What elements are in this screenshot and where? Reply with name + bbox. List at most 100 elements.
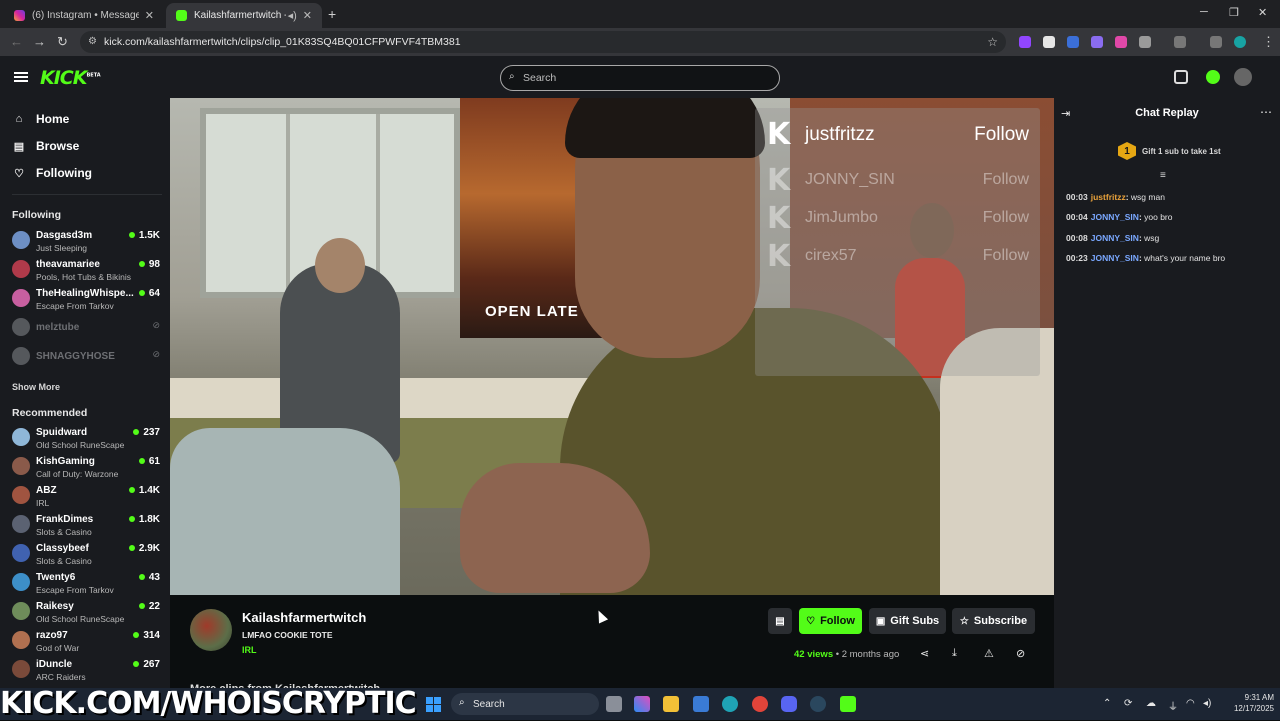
share-icon[interactable]: ⋖ [920, 647, 929, 660]
recommended-channel[interactable]: iDuncle ARC Raiders 267 [12, 656, 160, 684]
recommended-channel[interactable]: KishGaming Call of Duty: Warzone 61 [12, 453, 160, 481]
sidebar-item-following[interactable]: ♡ Following [12, 166, 92, 180]
close-icon[interactable]: ✕ [145, 9, 154, 22]
file-explorer-icon[interactable] [663, 696, 679, 712]
edge-icon[interactable] [722, 696, 738, 712]
avatar[interactable] [1234, 68, 1252, 86]
hide-icon[interactable]: ⊘ [1016, 647, 1025, 660]
sidebar-item-home[interactable]: ⌂ Home [12, 112, 70, 126]
store-icon[interactable] [1174, 70, 1188, 84]
following-channel-offline[interactable]: SHNAGGYHOSE ⊘ [12, 343, 160, 371]
recommended-channel[interactable]: Twenty6 Escape From Tarkov 43 [12, 569, 160, 597]
channel-name[interactable]: Kailashfarmertwitch [242, 610, 366, 625]
extension-icon[interactable] [1067, 36, 1079, 48]
gift-subs-button[interactable]: ▣ Gift Subs [869, 608, 946, 634]
search-input[interactable]: ⌕ Search [500, 65, 780, 91]
theater-mode-button[interactable]: ▤ [768, 608, 792, 634]
subscribe-button[interactable]: ☆ Subscribe [952, 608, 1035, 634]
tray-chevron-icon[interactable]: ⌃ [1103, 698, 1111, 709]
clock-date: 12/17/2025 [1233, 704, 1274, 713]
tab-instagram[interactable]: (6) Instagram • Messages ✕ [4, 3, 164, 28]
gift-sub-prompt[interactable]: 1 Gift 1 sub to take 1st [1118, 142, 1221, 160]
message-user[interactable]: justfritzz [1091, 192, 1126, 202]
window-close-icon[interactable]: ✕ [1258, 6, 1267, 19]
media-icon[interactable] [1210, 36, 1222, 48]
clip-category[interactable]: IRL [242, 645, 257, 655]
kick-logo[interactable]: KICKBETA [40, 67, 101, 89]
avatar [12, 544, 30, 562]
url-text: kick.com/kailashfarmertwitch/clips/clip_… [104, 36, 461, 48]
puzzle-icon[interactable] [1139, 36, 1151, 48]
twitch-extension-icon[interactable] [1019, 36, 1031, 48]
show-more-link[interactable]: Show More [12, 382, 60, 392]
message-user[interactable]: JONNY_SIN [1091, 233, 1139, 243]
minimize-icon[interactable]: ─ [1200, 6, 1208, 18]
follow-button[interactable]: ♡ Follow [799, 608, 862, 634]
new-tab-icon[interactable]: + [328, 6, 336, 22]
follow-alert-action: Follow [982, 209, 1029, 226]
message-user[interactable]: JONNY_SIN [1091, 253, 1139, 263]
extension-icon[interactable] [1115, 36, 1127, 48]
following-channel[interactable]: Dasgasd3m Just Sleeping 1.5K [12, 227, 160, 255]
recommended-channel[interactable]: Raikesy Old School RuneScape 22 [12, 598, 160, 626]
follow-alert-row: K cirex57 Follow [767, 238, 1029, 274]
tray-app-icon[interactable]: ☁ [1146, 698, 1156, 709]
steam-icon[interactable] [810, 696, 826, 712]
channel-avatar[interactable] [190, 609, 232, 651]
avatar [12, 260, 30, 278]
close-icon[interactable]: ✕ [303, 9, 312, 22]
download-icon[interactable]: ⤓ [952, 647, 957, 660]
recommended-channel[interactable]: ABZ IRL 1.4K [12, 482, 160, 510]
cast-icon[interactable] [1174, 36, 1186, 48]
sidebar-item-browse[interactable]: ▤ Browse [12, 139, 80, 153]
following-channel-offline[interactable]: melztube ⊘ [12, 314, 160, 342]
discord-icon[interactable] [781, 696, 797, 712]
recommended-channel[interactable]: razo97 God of War 314 [12, 627, 160, 655]
viewer-count: 1.8K [129, 514, 160, 525]
back-icon[interactable]: ← [10, 34, 23, 49]
speaker-icon[interactable]: ◂) [288, 9, 297, 22]
reload-icon[interactable]: ↻ [57, 34, 68, 50]
wifi-icon[interactable]: ◠ [1186, 698, 1195, 709]
kick-wallet-icon[interactable] [1206, 70, 1220, 84]
chrome-icon[interactable] [752, 696, 768, 712]
recommended-channel[interactable]: FrankDimes Slots & Casino 1.8K [12, 511, 160, 539]
volume-icon[interactable]: ◂) [1203, 698, 1211, 709]
chat-replay-panel: ⇥ Chat Replay ⋯ 1 Gift 1 sub to take 1st… [1054, 98, 1280, 688]
extension-icon[interactable] [1043, 36, 1055, 48]
extension-icon[interactable] [1091, 36, 1103, 48]
video-player[interactable]: OPEN LATE K justfritzz Follow K JONNY_SI… [170, 98, 1054, 595]
avatar [12, 573, 30, 591]
taskbar-search[interactable]: ⌕ Search [451, 693, 599, 715]
restore-icon[interactable]: ❐ [1229, 6, 1239, 19]
site-info-icon[interactable]: ⚙ [88, 36, 97, 47]
hamburger-menu-icon[interactable] [14, 72, 28, 82]
copilot-icon[interactable] [634, 696, 650, 712]
recommended-channel[interactable]: Classybeef Slots & Casino 2.9K [12, 540, 160, 568]
store-icon[interactable] [693, 696, 709, 712]
following-channel[interactable]: TheHealingWhispe... Escape From Tarkov 6… [12, 285, 160, 313]
task-view-icon[interactable] [606, 696, 622, 712]
windows-start-icon[interactable] [426, 697, 441, 712]
message-user[interactable]: JONNY_SIN [1091, 212, 1139, 222]
recommended-channel[interactable]: Spuidward Old School RuneScape 237 [12, 424, 160, 452]
tab-kick[interactable]: Kailashfarmertwitch - Watch ◂) ✕ [166, 3, 322, 28]
taskbar-clock[interactable]: 9:31 AM 12/17/2025 [1222, 692, 1274, 714]
profile-icon[interactable] [1234, 36, 1246, 48]
kick-app-icon[interactable] [840, 696, 856, 712]
menu-icon[interactable]: ⋮ [1262, 34, 1275, 50]
avatar [12, 318, 30, 336]
following-channel[interactable]: theavamariee Pools, Hot Tubs & Bikinis 9… [12, 256, 160, 284]
chat-title: Chat Replay [1135, 107, 1199, 119]
microphone-icon[interactable]: ⏚ [1168, 698, 1178, 713]
forward-icon[interactable]: → [33, 34, 46, 49]
more-options-icon[interactable]: ⋯ [1260, 105, 1272, 119]
bookmark-star-icon[interactable]: ☆ [987, 35, 998, 49]
channel-category: IRL [36, 498, 50, 508]
report-icon[interactable]: ⚠ [984, 647, 994, 660]
channel-name: SHNAGGYHOSE [36, 351, 115, 362]
tray-app-icon[interactable]: ⟳ [1124, 698, 1132, 709]
leaderboard-toggle-icon[interactable]: ≡ [1160, 170, 1166, 181]
url-field[interactable]: ⚙ kick.com/kailashfarmertwitch/clips/cli… [80, 31, 1006, 53]
view-count: 42 [794, 649, 805, 660]
